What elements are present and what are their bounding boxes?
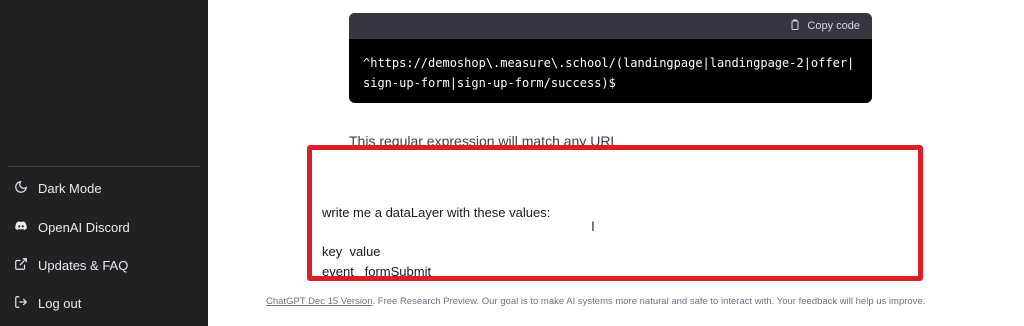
- sidebar-item-dark-mode[interactable]: Dark Mode: [14, 176, 102, 200]
- clipboard-icon: [789, 19, 801, 34]
- footer-disclaimer: ChatGPT Dec 15 Version. Free Research Pr…: [266, 296, 925, 307]
- sidebar-divider: [8, 166, 200, 167]
- version-link[interactable]: ChatGPT Dec 15 Version: [266, 296, 373, 307]
- send-button[interactable]: [890, 254, 906, 270]
- sidebar: Dark Mode OpenAI Discord Updates & FAQ L…: [0, 0, 208, 326]
- sidebar-item-updates-faq[interactable]: Updates & FAQ: [14, 253, 128, 277]
- sidebar-item-label: Log out: [38, 295, 82, 311]
- code-header: Copy code: [349, 13, 872, 39]
- copy-code-label: Copy code: [807, 20, 860, 32]
- prompt-textarea[interactable]: write me a dataLayer with these values: …: [307, 145, 923, 281]
- text-cursor-icon: I: [591, 218, 595, 234]
- external-link-icon: [14, 257, 28, 274]
- sidebar-item-label: Dark Mode: [38, 180, 102, 196]
- code-text: ^https://demoshop\.measure\.school/(land…: [363, 56, 855, 90]
- footer-text: . Free Research Preview. Our goal is to …: [372, 296, 926, 307]
- chat-main: Copy code ^https://demoshop\.measure\.sc…: [208, 0, 1024, 326]
- code-block: Copy code ^https://demoshop\.measure\.sc…: [349, 13, 872, 103]
- moon-icon: [14, 180, 28, 197]
- copy-code-button[interactable]: Copy code: [789, 19, 860, 34]
- logout-icon: [14, 295, 28, 312]
- send-icon: [912, 274, 923, 282]
- discord-icon: [14, 219, 28, 236]
- sidebar-item-log-out[interactable]: Log out: [14, 291, 81, 315]
- sidebar-item-label: OpenAI Discord: [38, 219, 130, 235]
- sidebar-item-openai-discord[interactable]: OpenAI Discord: [14, 215, 130, 239]
- sidebar-item-label: Updates & FAQ: [38, 257, 129, 273]
- prompt-text: write me a dataLayer with these values: …: [322, 205, 551, 279]
